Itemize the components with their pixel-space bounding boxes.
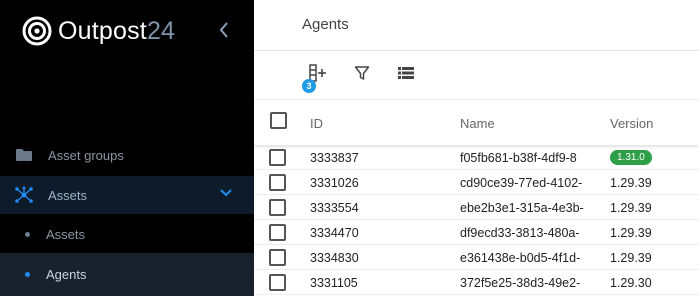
chevron-left-icon bbox=[219, 22, 228, 38]
agent-id: 3333837 bbox=[310, 151, 359, 165]
chevron-down-icon[interactable] bbox=[220, 189, 232, 197]
sidebar-collapse-button[interactable] bbox=[214, 20, 234, 40]
agent-name: cd90ce39-77ed-4102- bbox=[460, 176, 583, 190]
divider bbox=[254, 50, 699, 51]
agent-version: 1.29.39 bbox=[610, 201, 652, 215]
filter-button[interactable] bbox=[350, 62, 374, 84]
sidebar-item-label: Assets bbox=[48, 187, 88, 203]
select-all-checkbox[interactable] bbox=[270, 112, 287, 129]
list-icon bbox=[398, 67, 414, 79]
agent-name: 372f5e25-38d3-49e2- bbox=[460, 276, 581, 290]
table-row[interactable]: 3334830 e361438e-b0d5-4f1d- 1.29.39 bbox=[254, 245, 699, 270]
table-row[interactable]: 3331105 372f5e25-38d3-49e2- 1.29.30 bbox=[254, 270, 699, 295]
row-checkbox[interactable] bbox=[269, 149, 286, 166]
sidebar-item-assets[interactable]: Assets bbox=[0, 176, 254, 214]
agent-id: 3331105 bbox=[310, 276, 358, 290]
table-row[interactable]: 3333837 f05fb681-b38f-4df9-8 1.31.0 bbox=[254, 145, 699, 170]
table-row[interactable]: 3334470 df9ecd33-3813-480a- 1.29.39 bbox=[254, 220, 699, 245]
bullet-icon bbox=[25, 231, 30, 237]
table-row[interactable]: 3333554 ebe2b3e1-315a-4e3b- 1.29.39 bbox=[254, 195, 699, 220]
network-icon bbox=[14, 186, 34, 204]
column-header-id[interactable]: ID bbox=[310, 116, 323, 131]
sidebar-subitem-label: Assets bbox=[46, 226, 86, 242]
agent-id: 3331026 bbox=[310, 176, 359, 190]
row-checkbox[interactable] bbox=[269, 174, 286, 191]
folder-icon bbox=[14, 146, 34, 164]
list-view-button[interactable] bbox=[394, 62, 418, 84]
agent-id: 3334470 bbox=[310, 226, 359, 240]
table-header: ID Name Version bbox=[254, 99, 699, 145]
agent-name: e361438e-b0d5-4f1d- bbox=[460, 251, 581, 265]
row-checkbox[interactable] bbox=[269, 274, 286, 291]
app-name: Outpost24 bbox=[58, 17, 176, 45]
page-title: Agents bbox=[302, 16, 349, 33]
agent-version: 1.29.39 bbox=[610, 176, 652, 190]
main-content: Agents 3 ID Name Version 3333837 f05fb68 bbox=[254, 0, 699, 296]
agent-id: 3334830 bbox=[310, 251, 359, 265]
column-header-name[interactable]: Name bbox=[460, 116, 495, 131]
row-checkbox[interactable] bbox=[269, 199, 286, 216]
sidebar-item-label: Asset groups bbox=[48, 147, 124, 163]
sidebar-subitem-label: Agents bbox=[46, 267, 87, 282]
agent-name: df9ecd33-3813-480a- bbox=[460, 226, 580, 240]
outpost-logo-icon bbox=[22, 16, 52, 46]
columns-count-badge: 3 bbox=[302, 79, 316, 93]
agent-id: 3333554 bbox=[310, 201, 359, 215]
agent-version: 1.29.39 bbox=[610, 251, 652, 265]
agent-version: 1.29.39 bbox=[610, 226, 652, 240]
table-row[interactable]: 3331026 cd90ce39-77ed-4102- 1.29.39 bbox=[254, 170, 699, 195]
sidebar-item-asset-groups[interactable]: Asset groups bbox=[0, 142, 254, 168]
row-checkbox[interactable] bbox=[269, 249, 286, 266]
app-logo[interactable]: Outpost24 bbox=[22, 15, 175, 47]
agent-name: f05fb681-b38f-4df9-8 bbox=[460, 151, 577, 165]
version-badge: 1.31.0 bbox=[610, 150, 652, 165]
bullet-icon bbox=[25, 272, 30, 277]
agent-name: ebe2b3e1-315a-4e3b- bbox=[460, 201, 584, 215]
agent-version: 1.29.30 bbox=[610, 276, 652, 290]
row-checkbox[interactable] bbox=[269, 224, 286, 241]
filter-icon bbox=[354, 66, 370, 80]
column-header-version[interactable]: Version bbox=[610, 116, 653, 131]
sidebar: Outpost24 Asset groups Assets Assets Age… bbox=[0, 0, 254, 296]
sidebar-subitem-assets[interactable]: Assets bbox=[0, 215, 254, 253]
sidebar-subitem-agents[interactable]: Agents bbox=[0, 253, 254, 296]
